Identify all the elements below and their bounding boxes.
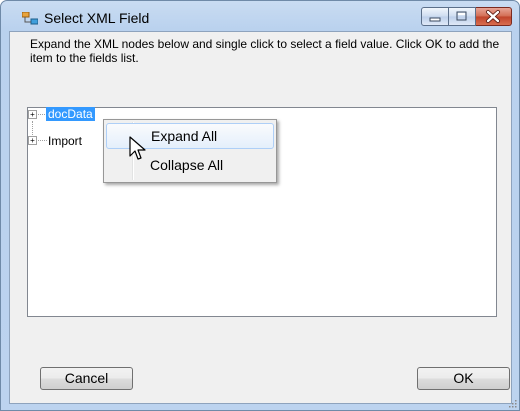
tree-node-label[interactable]: docData — [46, 107, 95, 121]
menu-item-label: Collapse All — [150, 157, 224, 173]
tree-node-label[interactable]: Import — [46, 134, 84, 148]
expand-icon[interactable]: + — [28, 136, 37, 145]
cancel-button[interactable]: Cancel — [40, 367, 133, 390]
tree-structure-icon — [22, 12, 38, 25]
mouse-pointer-icon — [129, 136, 146, 160]
title-bar[interactable]: Select XML Field — [1, 1, 519, 31]
instructions-text: Expand the XML nodes below and single cl… — [30, 37, 500, 65]
expand-icon[interactable]: + — [28, 110, 37, 119]
menu-item-label: Expand All — [151, 128, 218, 144]
resize-grip-icon[interactable] — [507, 398, 517, 408]
minimize-button[interactable] — [421, 7, 449, 26]
maximize-button[interactable] — [449, 7, 476, 26]
window-title: Select XML Field — [44, 10, 150, 26]
close-button[interactable] — [476, 7, 512, 26]
minimize-icon — [429, 17, 441, 22]
close-icon — [486, 10, 500, 23]
ok-button[interactable]: OK — [417, 367, 510, 390]
maximize-icon — [456, 11, 467, 21]
